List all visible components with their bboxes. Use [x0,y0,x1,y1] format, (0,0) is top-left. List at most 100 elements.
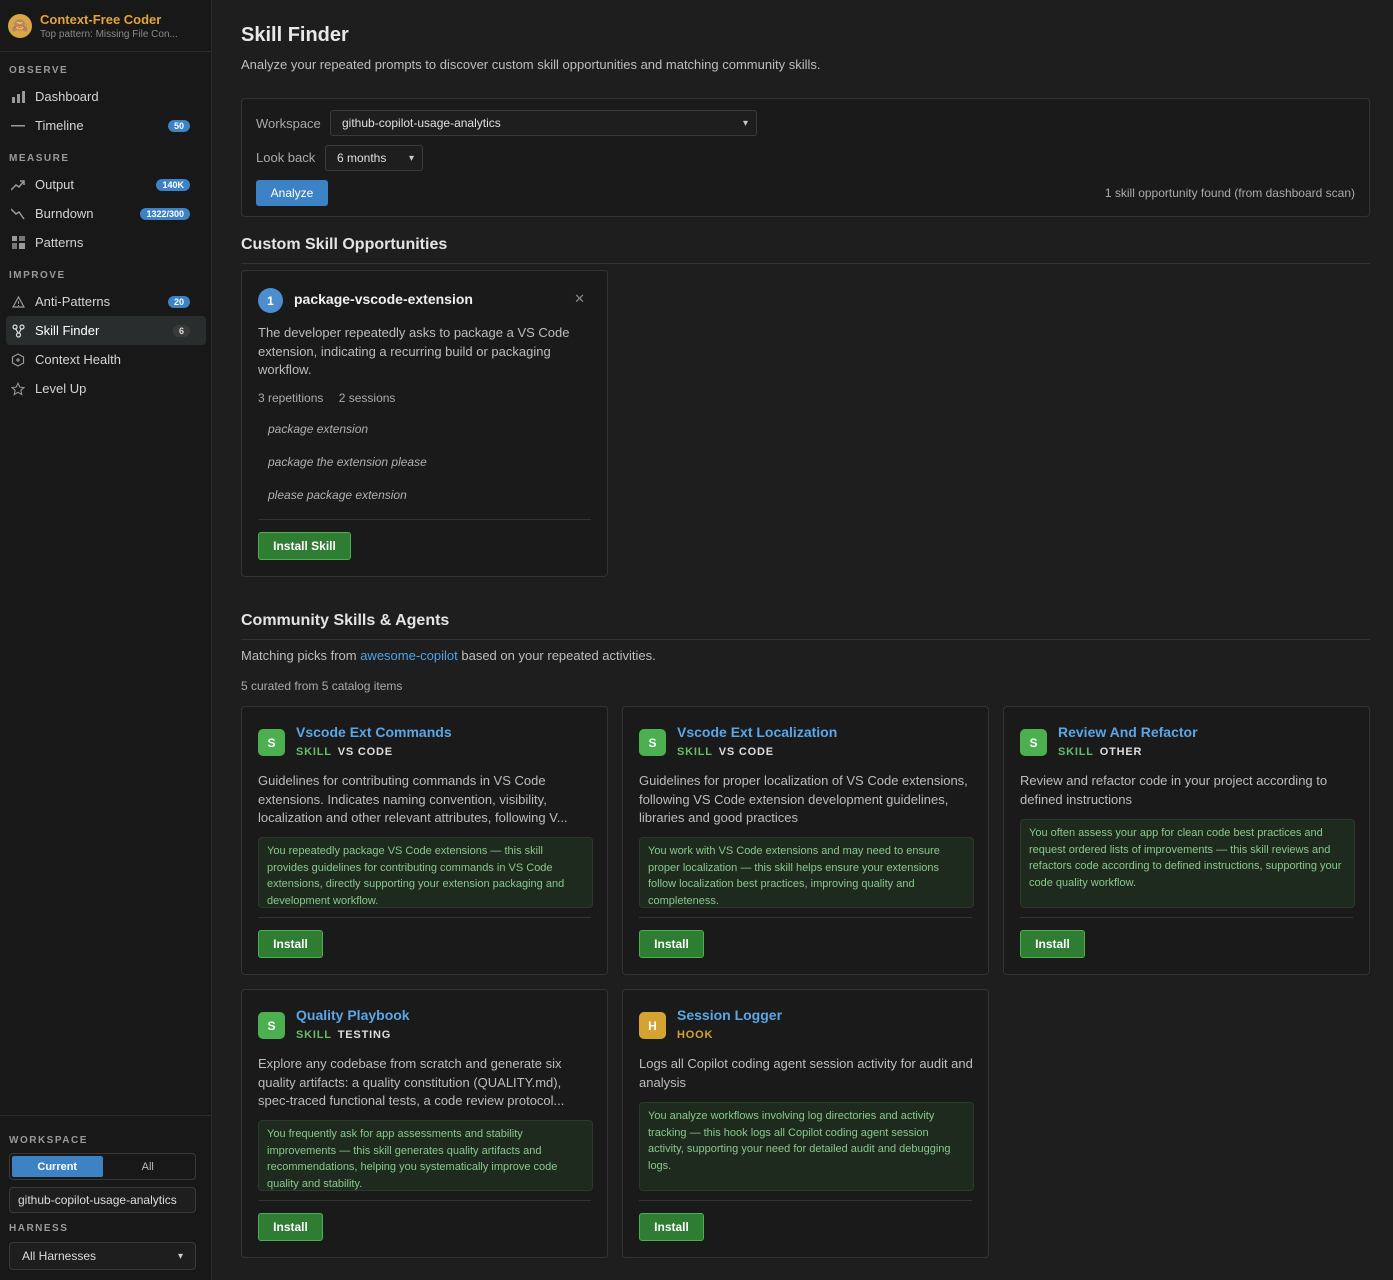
category-tag: OTHER [1099,746,1143,758]
matching-prefix: Matching picks from [241,648,361,663]
matching-text: Matching picks from awesome-copilot base… [241,648,656,663]
install-button[interactable]: Install [258,1213,323,1241]
example-prompt: please package extension [268,488,407,502]
sidebar-item-dashboard[interactable]: Dashboard [6,82,206,111]
opportunity-stats: 3 repetitions 2 sessions [258,391,395,405]
opportunity-description: The developer repeatedly asks to package… [258,325,570,377]
harness-select[interactable]: All Harnesses ▾ [9,1242,196,1270]
monkey-face-icon: 🙈 [8,13,32,38]
type-tag: SKILL [677,746,713,758]
workspace-field[interactable]: github-copilot-usage-analytics [9,1187,196,1213]
community-card: S Vscode Ext Localization SKILL VS CODE G… [622,706,989,975]
card-title-link[interactable]: Vscode Ext Localization [677,724,837,740]
hook-icon: H [639,1012,666,1039]
card-meta: SKILL OTHER [1058,746,1142,758]
card-title-link[interactable]: Vscode Ext Commands [296,724,452,740]
divider [1020,917,1353,918]
matching-suffix: based on your repeated activities. [457,648,656,663]
card-title-link[interactable]: Quality Playbook [296,1007,410,1023]
star-icon [11,381,25,396]
grid-icon [11,236,25,250]
count-badge: 6 [172,324,190,337]
trend-up-icon [11,178,25,192]
page-description: Analyze your repeated prompts to discove… [241,57,821,72]
custom-opportunities-heading: Custom Skill Opportunities [241,236,448,253]
lookback-select[interactable]: 6 months ▾ [325,145,423,171]
brand-title: Context-Free Coder [40,11,162,27]
divider [241,639,1370,640]
sidebar-item-output[interactable]: Output 140K [6,170,206,199]
sidebar: 🙈 Context-Free Coder Top pattern: Missin… [0,0,212,1280]
sidebar-item-timeline[interactable]: Timeline 50 [6,111,206,140]
chevron-down-icon: ▾ [742,117,748,129]
install-button[interactable]: Install [1020,930,1085,958]
section-label-observe: OBSERVE [9,65,69,76]
install-button[interactable]: Install [258,930,323,958]
section-label-improve: IMPROVE [9,270,66,281]
sidebar-item-anti-patterns[interactable]: Anti-Patterns 20 [6,287,206,316]
install-button[interactable]: Install [639,1213,704,1241]
sidebar-item-context-health[interactable]: Context Health [6,345,206,374]
bar-chart-icon [11,90,25,104]
line-icon [11,119,25,133]
branch-icon [11,323,25,338]
lookback-select-value: 6 months [337,151,387,165]
community-card: H Session Logger HOOK Logs all Copilot c… [622,989,989,1258]
community-heading: Community Skills & Agents [241,612,450,629]
chevron-down-icon: ▾ [177,1250,183,1262]
awesome-copilot-link[interactable]: awesome-copilot [360,648,458,663]
scan-status: 1 skill opportunity found (from dashboar… [1104,186,1355,200]
card-meta: SKILL TESTING [296,1029,391,1041]
community-card: S Vscode Ext Commands SKILL VS CODE Guide… [241,706,608,975]
count-badge: 1322/300 [140,207,190,220]
analyze-panel: Workspace github-copilot-usage-analytics… [241,98,1370,217]
card-description: Explore any codebase from scratch and ge… [258,1056,565,1108]
card-description: Guidelines for contributing commands in … [258,773,568,825]
example-prompt: package extension [268,422,369,436]
workspace-select[interactable]: github-copilot-usage-analytics ▾ [330,110,757,136]
skill-icon: S [258,1012,285,1039]
workspace-select-value: github-copilot-usage-analytics [342,116,501,130]
brand-subtitle: Top pattern: Missing File Con... [40,28,178,40]
divider [639,917,972,918]
chevron-down-icon: ▾ [408,152,414,164]
divider [258,1200,591,1201]
sidebar-item-label: Anti-Patterns [35,294,111,309]
card-meta: HOOK [677,1029,719,1041]
divider [241,263,1370,264]
install-skill-button[interactable]: Install Skill [258,532,351,560]
warning-icon [11,295,25,309]
harness-label: HARNESS [9,1223,69,1234]
sidebar-item-burndown[interactable]: Burndown 1322/300 [6,199,206,228]
workspace-label: WORKSPACE [9,1135,88,1146]
section-label-measure: MEASURE [9,153,70,164]
card-description: Review and refactor code in your project… [1020,773,1328,807]
match-reason: You frequently ask for app assessments a… [258,1120,593,1191]
sidebar-item-patterns[interactable]: Patterns [6,228,206,257]
hexagon-icon [11,352,25,367]
sidebar-item-skill-finder[interactable]: Skill Finder 6 [6,316,206,345]
type-tag: SKILL [296,746,332,758]
example-prompt: package the extension please [268,455,427,469]
install-button[interactable]: Install [639,930,704,958]
page-title: Skill Finder [241,24,349,46]
scope-current-button[interactable]: Current [12,1156,103,1177]
analyze-button[interactable]: Analyze [256,180,328,206]
match-reason: You analyze workflows involving log dire… [639,1102,974,1191]
close-icon[interactable]: ✕ [574,291,585,307]
sidebar-item-label: Context Health [35,352,121,367]
card-title-link[interactable]: Review And Refactor [1058,724,1198,740]
brand-header: 🙈 Context-Free Coder Top pattern: Missin… [0,0,211,52]
count-badge: 140K [156,178,190,191]
curated-count: 5 curated from 5 catalog items [241,679,403,693]
card-description: Logs all Copilot coding agent session ac… [639,1056,973,1090]
sidebar-item-level-up[interactable]: Level Up [6,374,206,403]
card-title-link[interactable]: Session Logger [677,1007,782,1023]
category-tag: VS CODE [337,746,393,758]
divider [639,1200,972,1201]
lookback-field-label: Look back [256,150,316,165]
sidebar-item-label: Skill Finder [35,323,100,338]
workspace-scope-toggle: Current All [9,1153,196,1180]
match-reason: You repeatedly package VS Code extension… [258,837,593,908]
scope-all-button[interactable]: All [103,1156,194,1177]
